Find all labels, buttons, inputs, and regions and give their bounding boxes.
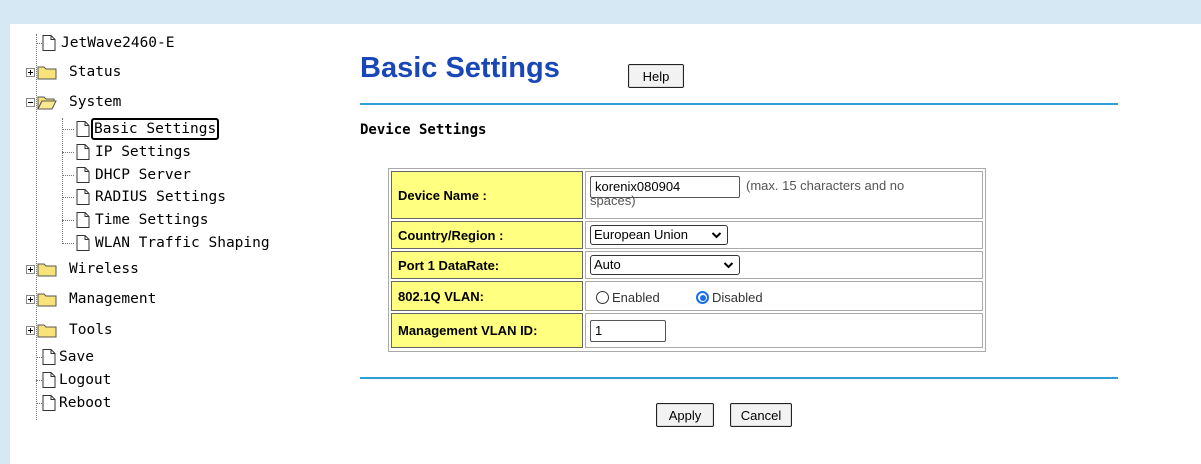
tree-line <box>62 129 74 130</box>
tree-label: JetWave2460-E <box>61 35 175 51</box>
tree-item-management[interactable]: Management <box>26 288 158 310</box>
tree-label: Tools <box>69 322 113 338</box>
tree-item-basic-settings[interactable]: Basic Settings <box>62 118 220 140</box>
expand-icon[interactable] <box>26 325 35 335</box>
section-title: Device Settings <box>360 122 487 138</box>
tree-label: DHCP Server <box>95 167 192 183</box>
expand-icon[interactable] <box>26 294 35 304</box>
tree-item-save[interactable]: Save <box>36 346 96 368</box>
tree-item-tools[interactable]: Tools <box>26 319 115 341</box>
tree-label: Logout <box>59 372 112 388</box>
page-icon <box>42 349 56 365</box>
tree-item-root[interactable]: JetWave2460-E <box>36 32 177 54</box>
port-rate-select[interactable]: Auto <box>590 255 740 275</box>
folder-icon <box>37 293 57 307</box>
country-cell: European Union <box>585 221 983 249</box>
chevron-down-icon <box>723 262 734 269</box>
country-label: Country/Region : <box>391 221 583 249</box>
tree-line <box>62 220 74 221</box>
page-icon <box>76 212 90 228</box>
tree-line <box>36 43 42 44</box>
apply-button[interactable]: Apply <box>656 403 714 427</box>
tree-label: Wireless <box>69 261 139 277</box>
expand-icon[interactable] <box>26 264 35 274</box>
page-icon <box>76 121 90 137</box>
port-rate-cell: Auto <box>585 251 983 279</box>
page-title: Basic Settings <box>360 52 560 84</box>
tree-item-status[interactable]: Status <box>26 61 123 83</box>
device-name-hint: (max. 15 characters and no spaces) <box>590 178 905 208</box>
tree-line <box>62 152 74 153</box>
device-name-cell: korenix080904 (max. 15 characters and no… <box>585 171 983 219</box>
page-icon <box>76 144 90 160</box>
folder-icon <box>37 324 57 338</box>
tree-item-reboot[interactable]: Reboot <box>36 392 113 414</box>
page-icon <box>76 189 90 205</box>
tree-line <box>62 175 74 176</box>
tree-line <box>36 403 42 404</box>
tree-line <box>36 380 42 381</box>
chevron-down-icon <box>711 232 722 239</box>
vlan-disabled-label[interactable]: Disabled <box>712 290 763 305</box>
expand-icon[interactable] <box>26 67 35 77</box>
collapse-icon[interactable] <box>26 97 35 107</box>
port-rate-select-value: Auto <box>594 257 621 272</box>
tree-label: Save <box>59 349 94 365</box>
tree-item-radius-settings[interactable]: RADIUS Settings <box>62 186 228 208</box>
tree-label: Status <box>69 64 122 80</box>
tree-item-wireless[interactable]: Wireless <box>26 258 141 280</box>
page-icon <box>42 35 56 51</box>
tree-line <box>62 197 74 198</box>
country-select-value: European Union <box>594 227 688 242</box>
tree-line <box>62 243 74 244</box>
page-icon <box>76 167 90 183</box>
tree-item-dhcp-server[interactable]: DHCP Server <box>62 164 193 186</box>
tree-item-system[interactable]: System <box>26 91 123 113</box>
tree-label: Reboot <box>59 395 112 411</box>
settings-table: Device Name : korenix080904 (max. 15 cha… <box>388 168 986 352</box>
tree-label: Management <box>69 291 157 307</box>
device-name-label: Device Name : <box>391 171 583 219</box>
folder-icon <box>37 66 57 80</box>
vlan-disabled-radio[interactable] <box>696 291 709 304</box>
mgmt-vlan-cell: 1 <box>585 313 983 348</box>
port-rate-label: Port 1 DataRate: <box>391 251 583 279</box>
tree-line <box>36 357 42 358</box>
mgmt-vlan-input[interactable]: 1 <box>590 320 666 342</box>
vlan-cell: Enabled Disabled <box>585 281 983 311</box>
main-content: Basic Settings Help Device Settings Devi… <box>316 24 1201 464</box>
vlan-enabled-radio[interactable] <box>596 291 609 304</box>
tree-label: System <box>69 94 122 110</box>
vlan-enabled-label[interactable]: Enabled <box>612 290 660 305</box>
country-select[interactable]: European Union <box>590 225 728 245</box>
folder-open-icon <box>37 96 57 110</box>
divider <box>360 103 1118 105</box>
page-icon <box>42 395 56 411</box>
tree-item-time-settings[interactable]: Time Settings <box>62 209 211 231</box>
folder-icon <box>37 263 57 277</box>
tree-label: IP Settings <box>95 144 192 160</box>
page-icon <box>76 235 90 251</box>
sidebar-tree: JetWave2460-E Status System Basic Settin… <box>10 24 316 464</box>
tree-label: Time Settings <box>95 212 209 228</box>
cancel-button[interactable]: Cancel <box>730 403 792 427</box>
mgmt-vlan-label: Management VLAN ID: <box>391 313 583 348</box>
tree-item-ip-settings[interactable]: IP Settings <box>62 141 193 163</box>
vlan-label: 802.1Q VLAN: <box>391 281 583 311</box>
tree-label: RADIUS Settings <box>95 189 226 205</box>
tree-label: WLAN Traffic Shaping <box>95 235 270 251</box>
divider <box>360 377 1118 379</box>
page-icon <box>42 372 56 388</box>
tree-item-wlan-traffic-shaping[interactable]: WLAN Traffic Shaping <box>62 232 272 254</box>
tree-item-logout[interactable]: Logout <box>36 369 113 391</box>
help-button[interactable]: Help <box>628 64 684 88</box>
tree-label: Basic Settings <box>91 118 220 140</box>
